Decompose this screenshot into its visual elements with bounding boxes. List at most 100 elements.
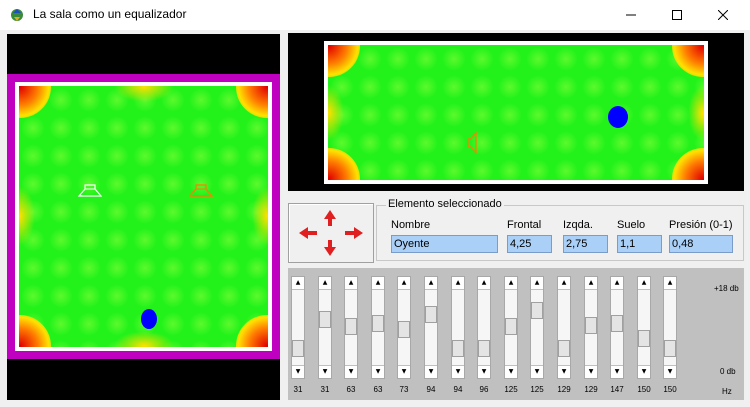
eq-slider-thumb[interactable]	[638, 330, 650, 347]
speaker-right-icon[interactable]	[189, 184, 213, 198]
scroll-up-arrow-icon[interactable]: ▲	[558, 277, 570, 290]
scroll-up-arrow-icon[interactable]: ▲	[319, 277, 331, 290]
eq-slider[interactable]: ▲ ▼	[451, 276, 465, 379]
close-button[interactable]	[700, 0, 746, 30]
eq-slider-thumb[interactable]	[478, 340, 490, 357]
eq-slider[interactable]: ▲ ▼	[344, 276, 358, 379]
scroll-down-arrow-icon[interactable]: ▼	[345, 365, 357, 378]
scroll-down-arrow-icon[interactable]: ▼	[585, 365, 597, 378]
eq-slider-thumb[interactable]	[558, 340, 570, 357]
eq-unit-label: Hz	[722, 387, 732, 396]
eq-slider-thumb[interactable]	[425, 306, 437, 323]
eq-slider-thumb[interactable]	[372, 315, 384, 332]
eq-slider[interactable]: ▲ ▼	[557, 276, 571, 379]
scroll-down-arrow-icon[interactable]: ▼	[452, 365, 464, 378]
eq-bottom-label: 0 db	[720, 367, 736, 376]
app-icon	[11, 9, 23, 21]
close-icon	[718, 10, 728, 20]
scroll-up-arrow-icon[interactable]: ▲	[425, 277, 437, 290]
scroll-down-arrow-icon[interactable]: ▼	[638, 365, 650, 378]
eq-band-label: 94	[426, 385, 436, 394]
eq-slider-thumb[interactable]	[452, 340, 464, 357]
scroll-up-arrow-icon[interactable]: ▲	[292, 277, 304, 290]
scroll-down-arrow-icon[interactable]: ▼	[478, 365, 490, 378]
eq-slider[interactable]: ▲ ▼	[663, 276, 677, 379]
eq-slider[interactable]: ▲ ▼	[291, 276, 305, 379]
front-label: Frontal	[507, 219, 542, 231]
eq-slider[interactable]: ▲ ▼	[637, 276, 651, 379]
front-field[interactable]: 4,25	[507, 235, 552, 253]
eq-band-label: 125	[530, 385, 544, 394]
sound-pressure-map	[19, 86, 268, 347]
eq-band-label: 63	[373, 385, 383, 394]
speaker-left-icon[interactable]	[78, 184, 102, 198]
eq-slider[interactable]: ▲ ▼	[610, 276, 624, 379]
arrow-right-icon[interactable]	[345, 226, 363, 240]
name-field[interactable]: Oyente	[391, 235, 498, 253]
eq-slider-thumb[interactable]	[611, 315, 623, 332]
eq-slider[interactable]: ▲ ▼	[530, 276, 544, 379]
scroll-down-arrow-icon[interactable]: ▼	[664, 365, 676, 378]
eq-band-label: 73	[399, 385, 409, 394]
eq-slider[interactable]: ▲ ▼	[504, 276, 518, 379]
arrow-down-icon[interactable]	[323, 240, 337, 256]
name-label: Nombre	[391, 219, 431, 231]
scroll-down-arrow-icon[interactable]: ▼	[558, 365, 570, 378]
eq-band-label: 96	[479, 385, 489, 394]
room-side-view[interactable]	[288, 33, 744, 191]
listener-marker[interactable]	[141, 309, 157, 329]
scroll-down-arrow-icon[interactable]: ▼	[372, 365, 384, 378]
scroll-up-arrow-icon[interactable]: ▲	[664, 277, 676, 290]
scroll-down-arrow-icon[interactable]: ▼	[611, 365, 623, 378]
eq-top-label: +18 db	[714, 284, 739, 293]
eq-slider-thumb[interactable]	[398, 321, 410, 338]
sound-pressure-side-map	[328, 45, 704, 180]
eq-slider[interactable]: ▲ ▼	[477, 276, 491, 379]
scroll-up-arrow-icon[interactable]: ▲	[585, 277, 597, 290]
left-label: Izqda.	[563, 219, 593, 231]
eq-slider[interactable]: ▲ ▼	[424, 276, 438, 379]
eq-band-label: 94	[453, 385, 463, 394]
scroll-up-arrow-icon[interactable]: ▲	[452, 277, 464, 290]
scroll-up-arrow-icon[interactable]: ▲	[372, 277, 384, 290]
scroll-up-arrow-icon[interactable]: ▲	[398, 277, 410, 290]
eq-slider-thumb[interactable]	[531, 302, 543, 319]
eq-slider-thumb[interactable]	[505, 318, 517, 335]
scroll-up-arrow-icon[interactable]: ▲	[478, 277, 490, 290]
eq-band-label: 129	[557, 385, 571, 394]
floor-field[interactable]: 1,1	[617, 235, 662, 253]
eq-slider[interactable]: ▲ ▼	[397, 276, 411, 379]
eq-slider-thumb[interactable]	[319, 311, 331, 328]
eq-slider-thumb[interactable]	[292, 340, 304, 357]
scroll-up-arrow-icon[interactable]: ▲	[638, 277, 650, 290]
minimize-button[interactable]	[608, 0, 654, 30]
arrow-up-icon[interactable]	[323, 210, 337, 226]
listener-side-marker[interactable]	[608, 106, 628, 128]
eq-slider[interactable]: ▲ ▼	[318, 276, 332, 379]
eq-slider[interactable]: ▲ ▼	[371, 276, 385, 379]
eq-band-label: 63	[346, 385, 356, 394]
maximize-button[interactable]	[654, 0, 700, 30]
scroll-down-arrow-icon[interactable]: ▼	[319, 365, 331, 378]
pressure-field[interactable]: 0,48	[669, 235, 733, 253]
scroll-up-arrow-icon[interactable]: ▲	[611, 277, 623, 290]
eq-slider[interactable]: ▲ ▼	[584, 276, 598, 379]
scroll-down-arrow-icon[interactable]: ▼	[398, 365, 410, 378]
room-top-view[interactable]	[7, 34, 280, 400]
window-title: La sala como un equalizador	[33, 7, 187, 21]
scroll-down-arrow-icon[interactable]: ▼	[292, 365, 304, 378]
arrow-left-icon[interactable]	[299, 226, 317, 240]
eq-band-label: 150	[637, 385, 651, 394]
scroll-down-arrow-icon[interactable]: ▼	[531, 365, 543, 378]
speaker-side-icon[interactable]	[466, 132, 478, 154]
eq-slider-thumb[interactable]	[664, 340, 676, 357]
left-field[interactable]: 2,75	[563, 235, 608, 253]
scroll-up-arrow-icon[interactable]: ▲	[531, 277, 543, 290]
scroll-up-arrow-icon[interactable]: ▲	[345, 277, 357, 290]
eq-slider-thumb[interactable]	[585, 317, 597, 334]
scroll-up-arrow-icon[interactable]: ▲	[505, 277, 517, 290]
scroll-down-arrow-icon[interactable]: ▼	[505, 365, 517, 378]
eq-slider-thumb[interactable]	[345, 318, 357, 335]
scroll-down-arrow-icon[interactable]: ▼	[425, 365, 437, 378]
eq-band-label: 125	[504, 385, 518, 394]
